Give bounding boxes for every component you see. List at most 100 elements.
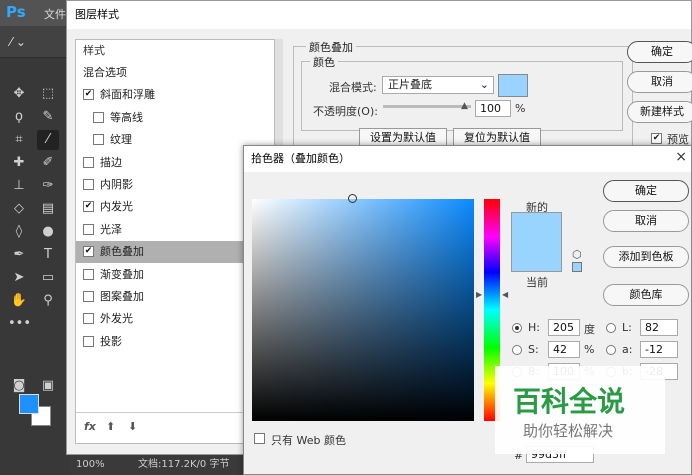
foreground-color-swatch[interactable] (19, 394, 39, 414)
style-item-label: 混合选项 (83, 66, 127, 79)
hue-arrow-right-icon[interactable]: ◀ (502, 290, 508, 299)
tools-panel: ✥ ⬚ ϙ ✎ ⌗ ⁄ ✚ ✐ ⊥ ✑ ◇ ▤ ◊ ● ✒ T ➤ ▭ ✋ ⚲ … (0, 58, 70, 475)
color-field-cursor[interactable] (348, 194, 357, 203)
layer-style-title: 图层样式 (67, 1, 691, 29)
watermark-title: 百科全说 (513, 385, 626, 418)
more-tools-icon[interactable]: ••• (8, 314, 31, 334)
style-item-label: 投影 (100, 334, 122, 348)
fx-button[interactable]: fx (84, 420, 96, 433)
blend-mode-label: 混合模式: (329, 81, 377, 94)
move-down-icon[interactable]: ⬇ (128, 420, 137, 433)
current-color-label: 当前 (526, 276, 548, 289)
style-item-label: 描边 (100, 155, 122, 169)
l-radio[interactable] (606, 323, 616, 333)
preview-checkbox[interactable]: ✔ (651, 133, 662, 144)
opacity-unit: % (515, 102, 526, 115)
doc-size: 文档:117.2K/0 字节 (138, 459, 230, 470)
style-item-checkbox[interactable] (83, 268, 94, 280)
style-item-checkbox[interactable] (83, 291, 94, 302)
style-item-label: 内发光 (100, 200, 133, 214)
color-picker-title: 拾色器（叠加颜色） (244, 146, 691, 172)
style-item[interactable]: 混合选项 (76, 62, 274, 84)
blend-mode-select[interactable]: 正片叠底 ⌄ (382, 76, 494, 94)
web-only-checkbox[interactable] (254, 433, 265, 444)
style-item-checkbox[interactable] (83, 313, 94, 325)
style-item-label: 等高线 (110, 110, 143, 124)
style-item-checkbox[interactable] (83, 179, 94, 190)
style-item-checkbox[interactable] (93, 134, 104, 146)
opacity-slider[interactable] (383, 105, 471, 108)
web-safe-swatch[interactable] (572, 262, 582, 272)
watermark-subtitle: 助你轻松解决 (523, 422, 614, 440)
opacity-label: 不透明度(O): (313, 105, 378, 118)
watermark: 百科全说 助你轻松解决 (495, 366, 665, 454)
saturation-brightness-field[interactable] (252, 194, 474, 421)
zoom-tool-icon[interactable]: ⚲ (37, 291, 59, 311)
style-item-checkbox[interactable]: ✔ (83, 89, 94, 101)
style-item-checkbox[interactable] (83, 335, 94, 347)
marquee-tool-icon[interactable]: ⬚ (37, 84, 59, 104)
style-list-header[interactable]: 样式 (76, 40, 274, 62)
style-item-checkbox[interactable] (93, 111, 104, 123)
eyedropper-tool-icon[interactable]: ⁄ (37, 130, 59, 150)
opacity-input[interactable]: 100 (475, 100, 511, 117)
add-to-swatches-button[interactable]: 添加到色板 (603, 246, 689, 268)
hue-arrow-left-icon[interactable]: ▶ (476, 290, 482, 299)
a-input[interactable]: -12 (640, 341, 678, 358)
picker-ok-button[interactable]: 确定 (603, 180, 689, 202)
ok-button[interactable]: 确定 (627, 41, 692, 63)
h-radio[interactable] (512, 323, 522, 333)
color-libraries-button[interactable]: 颜色库 (603, 284, 689, 306)
stamp-tool-icon[interactable]: ⊥ (8, 176, 30, 196)
style-item-checkbox[interactable] (83, 223, 94, 235)
blur-tool-icon[interactable]: ◊ (8, 222, 30, 242)
screen-mode-icon[interactable]: ▣ (37, 376, 59, 396)
eraser-tool-icon[interactable]: ◇ (8, 199, 30, 219)
gamut-cube-icon[interactable]: ⬡ (572, 248, 582, 261)
s-radio[interactable] (512, 345, 522, 355)
path-select-icon[interactable]: ➤ (8, 268, 30, 288)
new-style-button[interactable]: 新建样式 (627, 101, 692, 123)
close-icon[interactable]: × (675, 149, 687, 165)
opacity-slider-handle[interactable]: ▲ (461, 101, 468, 111)
a-radio[interactable] (606, 345, 616, 355)
crop-tool-icon[interactable]: ⌗ (8, 130, 30, 150)
hand-tool-icon[interactable]: ✋ (8, 291, 30, 311)
healing-tool-icon[interactable]: ✚ (8, 153, 30, 173)
type-tool-icon[interactable]: T (37, 245, 59, 265)
move-up-icon[interactable]: ⬆ (106, 420, 115, 433)
cancel-button[interactable]: 取消 (627, 71, 692, 93)
style-item-checkbox[interactable] (83, 156, 94, 168)
dodge-tool-icon[interactable]: ● (37, 222, 59, 242)
l-input[interactable]: 82 (640, 319, 678, 336)
menu-file[interactable]: 文件 (44, 6, 66, 22)
web-only-label: 只有 Web 颜色 (271, 434, 346, 447)
style-item[interactable]: 等高线 (76, 107, 274, 129)
shape-tool-icon[interactable]: ▭ (37, 268, 59, 288)
status-bar: 100% 文档:117.2K/0 字节 (70, 455, 250, 475)
quick-mask-icon[interactable]: ◙ (8, 376, 30, 396)
style-item-checkbox[interactable]: ✔ (83, 201, 94, 213)
quick-select-tool-icon[interactable]: ✎ (37, 107, 59, 127)
chevron-down-icon: ⌄ (479, 78, 489, 91)
s-input[interactable]: 42 (548, 341, 580, 358)
style-item-checkbox[interactable]: ✔ (83, 246, 94, 258)
history-brush-icon[interactable]: ✑ (37, 176, 59, 196)
brush-tool-icon[interactable]: ✐ (37, 153, 59, 173)
current-color-swatch[interactable] (511, 242, 562, 272)
eyedropper-icon[interactable]: ⁄ ⌄ (10, 35, 26, 49)
style-item[interactable]: ✔ 斜面和浮雕 (76, 84, 274, 106)
pen-tool-icon[interactable]: ✒ (8, 245, 30, 265)
overlay-color-swatch[interactable] (498, 74, 528, 97)
gradient-tool-icon[interactable]: ▤ (37, 199, 59, 219)
color-subgroup: 颜色 (301, 54, 623, 131)
l-label: L: (622, 321, 632, 334)
h-input[interactable]: 205 (548, 319, 580, 336)
h-label: H: (528, 321, 540, 334)
picker-cancel-button[interactable]: 取消 (603, 210, 689, 232)
lasso-tool-icon[interactable]: ϙ (8, 107, 30, 127)
app-logo: Ps (6, 3, 26, 21)
move-tool-icon[interactable]: ✥ (8, 84, 30, 104)
color-subgroup-title: 颜色 (310, 54, 338, 70)
style-item-label: 图案叠加 (100, 290, 144, 303)
